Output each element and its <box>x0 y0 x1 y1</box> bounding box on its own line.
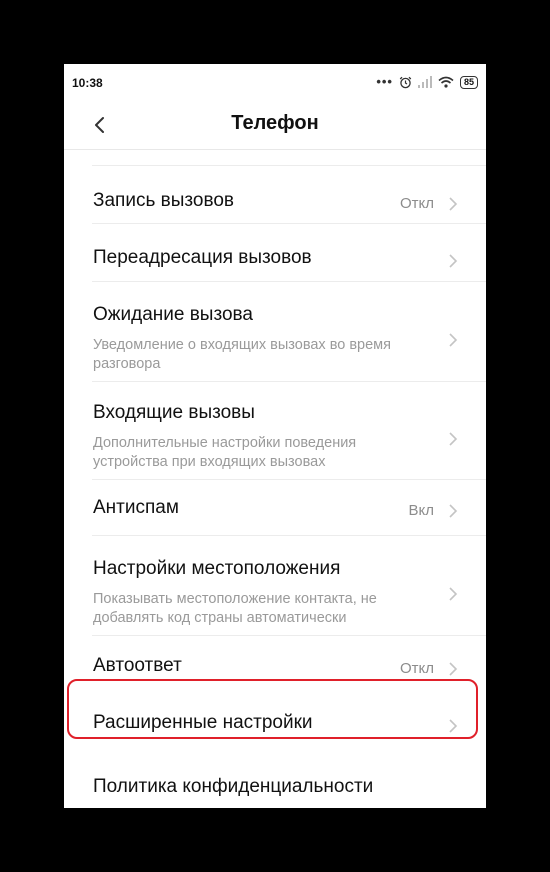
battery-icon: 85 <box>459 75 478 89</box>
setting-description: Уведомление о входящих вызовах во время … <box>93 337 391 372</box>
alarm-icon <box>399 76 412 88</box>
setting-label: Запись вызовов <box>93 190 234 211</box>
wifi-icon <box>438 76 454 88</box>
setting-label: Политика конфиденциальности <box>93 776 374 797</box>
setting-label: Антиспам <box>93 497 179 518</box>
setting-description: Дополнительные настройки поведения устро… <box>93 435 357 470</box>
chevron-right-icon <box>449 662 458 676</box>
chevron-right-icon <box>449 719 458 733</box>
status-time: 10:38 <box>72 76 103 90</box>
chevron-right-icon <box>449 432 458 446</box>
setting-call-forwarding[interactable]: Переадресация вызовов <box>64 224 486 282</box>
setting-autoanswer[interactable]: Автоответ Откл <box>64 636 486 694</box>
setting-value: Вкл <box>408 502 435 519</box>
setting-advanced[interactable]: Расширенные настройки <box>64 694 486 752</box>
setting-value: Откл <box>399 195 434 212</box>
setting-antispam[interactable]: Антиспам Вкл <box>64 480 486 536</box>
settings-list: Запись вызовов Откл Переадресация вызово… <box>64 150 486 808</box>
chevron-right-icon <box>449 333 458 347</box>
setting-privacy-policy[interactable]: Политика конфиденциальности <box>64 772 486 808</box>
setting-call-recording[interactable]: Запись вызовов Откл <box>64 166 486 224</box>
setting-call-waiting[interactable]: Ожидание вызова Уведомление о входящих в… <box>64 282 486 382</box>
setting-label: Переадресация вызовов <box>93 247 312 268</box>
phone-screen: 10:38 ••• 85 Телефон Запись вызовов Откл… <box>64 64 486 808</box>
setting-label: Ожидание вызова <box>93 304 253 325</box>
setting-value: Откл <box>399 660 434 677</box>
chevron-right-icon <box>449 254 458 268</box>
status-icons: ••• 85 <box>376 74 478 90</box>
chevron-right-icon <box>449 504 458 518</box>
setting-location[interactable]: Настройки местоположения Показывать мест… <box>64 536 486 636</box>
title-bar: Телефон <box>64 104 486 148</box>
chevron-right-icon <box>449 587 458 601</box>
setting-label: Автоответ <box>93 655 182 676</box>
signal-icon <box>417 76 432 88</box>
setting-incoming-calls[interactable]: Входящие вызовы Дополнительные настройки… <box>64 382 486 480</box>
setting-description: Показывать местоположение контакта, не д… <box>93 591 377 626</box>
setting-label: Расширенные настройки <box>93 712 313 733</box>
dots-icon: ••• <box>376 74 393 89</box>
list-top-spacer <box>64 150 486 166</box>
chevron-right-icon <box>449 197 458 211</box>
setting-label: Входящие вызовы <box>93 402 255 423</box>
page-title: Телефон <box>231 112 319 134</box>
setting-label: Настройки местоположения <box>93 558 341 579</box>
status-bar: 10:38 ••• 85 <box>64 64 486 104</box>
